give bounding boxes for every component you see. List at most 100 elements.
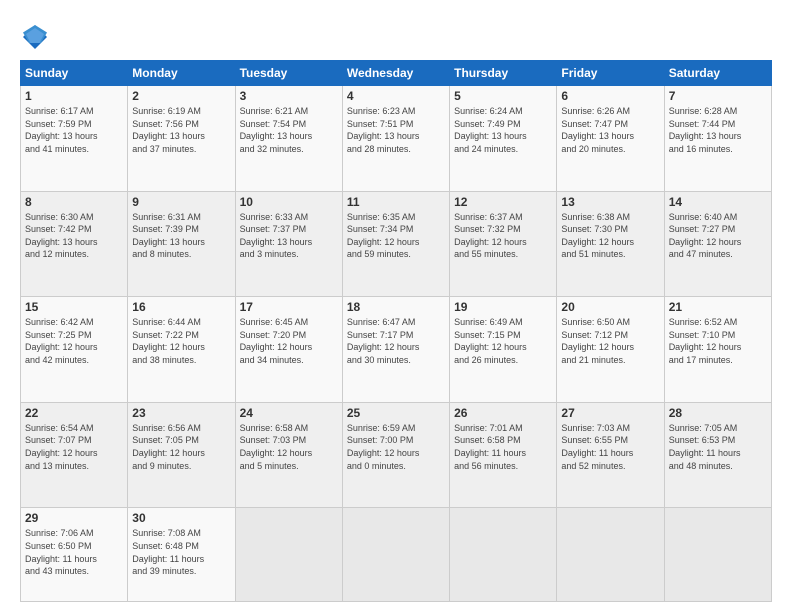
- calendar-cell: 10 Sunrise: 6:33 AM Sunset: 7:37 PM Dayli…: [235, 191, 342, 297]
- day-number: 15: [25, 300, 123, 314]
- day-info: Sunrise: 6:58 AM Sunset: 7:03 PM Dayligh…: [240, 422, 338, 472]
- day-info: Sunrise: 6:19 AM Sunset: 7:56 PM Dayligh…: [132, 105, 230, 155]
- calendar-cell: 24 Sunrise: 6:58 AM Sunset: 7:03 PM Dayli…: [235, 402, 342, 508]
- day-number: 18: [347, 300, 445, 314]
- day-info: Sunrise: 6:54 AM Sunset: 7:07 PM Dayligh…: [25, 422, 123, 472]
- calendar-header-thursday: Thursday: [450, 61, 557, 86]
- calendar-table: SundayMondayTuesdayWednesdayThursdayFrid…: [20, 60, 772, 602]
- day-info: Sunrise: 6:56 AM Sunset: 7:05 PM Dayligh…: [132, 422, 230, 472]
- day-number: 6: [561, 89, 659, 103]
- day-info: Sunrise: 6:47 AM Sunset: 7:17 PM Dayligh…: [347, 316, 445, 366]
- calendar-header-row: SundayMondayTuesdayWednesdayThursdayFrid…: [21, 61, 772, 86]
- calendar-cell: 29 Sunrise: 7:06 AM Sunset: 6:50 PM Dayli…: [21, 508, 128, 602]
- calendar-cell: 21Sunrise: 6:52 AM Sunset: 7:10 PM Dayli…: [664, 297, 771, 403]
- day-number: 7: [669, 89, 767, 103]
- day-number: 27: [561, 406, 659, 420]
- calendar-cell: 17Sunrise: 6:45 AM Sunset: 7:20 PM Dayli…: [235, 297, 342, 403]
- calendar-week-row: 29 Sunrise: 7:06 AM Sunset: 6:50 PM Dayli…: [21, 508, 772, 602]
- day-info: Sunrise: 6:37 AM Sunset: 7:32 PM Dayligh…: [454, 211, 552, 261]
- day-info: Sunrise: 6:26 AM Sunset: 7:47 PM Dayligh…: [561, 105, 659, 155]
- calendar-cell: 2 Sunrise: 6:19 AM Sunset: 7:56 PM Daylig…: [128, 86, 235, 192]
- calendar-cell: 15 Sunrise: 6:42 AM Sunset: 7:25 PM Dayli…: [21, 297, 128, 403]
- day-number: 12: [454, 195, 552, 209]
- calendar-cell: 14 Sunrise: 6:40 AM Sunset: 7:27 PM Dayli…: [664, 191, 771, 297]
- calendar-cell: 25Sunrise: 6:59 AM Sunset: 7:00 PM Dayli…: [342, 402, 449, 508]
- day-number: 29: [25, 511, 123, 525]
- day-info: Sunrise: 7:08 AM Sunset: 6:48 PM Dayligh…: [132, 527, 230, 577]
- day-info: Sunrise: 6:24 AM Sunset: 7:49 PM Dayligh…: [454, 105, 552, 155]
- calendar-cell: 27Sunrise: 7:03 AM Sunset: 6:55 PM Dayli…: [557, 402, 664, 508]
- calendar-cell: 8Sunrise: 6:30 AM Sunset: 7:42 PM Daylig…: [21, 191, 128, 297]
- day-number: 20: [561, 300, 659, 314]
- calendar-cell: 30Sunrise: 7:08 AM Sunset: 6:48 PM Dayli…: [128, 508, 235, 602]
- day-info: Sunrise: 6:35 AM Sunset: 7:34 PM Dayligh…: [347, 211, 445, 261]
- calendar-header-monday: Monday: [128, 61, 235, 86]
- day-info: Sunrise: 6:23 AM Sunset: 7:51 PM Dayligh…: [347, 105, 445, 155]
- calendar-cell: 1 Sunrise: 6:17 AM Sunset: 7:59 PM Daylig…: [21, 86, 128, 192]
- logo: [20, 22, 54, 52]
- day-number: 22: [25, 406, 123, 420]
- calendar-cell: 28 Sunrise: 7:05 AM Sunset: 6:53 PM Dayli…: [664, 402, 771, 508]
- day-info: Sunrise: 6:28 AM Sunset: 7:44 PM Dayligh…: [669, 105, 767, 155]
- day-info: Sunrise: 6:31 AM Sunset: 7:39 PM Dayligh…: [132, 211, 230, 261]
- calendar-cell: 5 Sunrise: 6:24 AM Sunset: 7:49 PM Daylig…: [450, 86, 557, 192]
- calendar-header-sunday: Sunday: [21, 61, 128, 86]
- calendar-cell: 16 Sunrise: 6:44 AM Sunset: 7:22 PM Dayli…: [128, 297, 235, 403]
- calendar-cell: 19 Sunrise: 6:49 AM Sunset: 7:15 PM Dayli…: [450, 297, 557, 403]
- day-info: Sunrise: 6:50 AM Sunset: 7:12 PM Dayligh…: [561, 316, 659, 366]
- calendar-cell: 18 Sunrise: 6:47 AM Sunset: 7:17 PM Dayli…: [342, 297, 449, 403]
- day-number: 4: [347, 89, 445, 103]
- day-info: Sunrise: 6:59 AM Sunset: 7:00 PM Dayligh…: [347, 422, 445, 472]
- day-number: 23: [132, 406, 230, 420]
- calendar-cell: 22 Sunrise: 6:54 AM Sunset: 7:07 PM Dayli…: [21, 402, 128, 508]
- day-info: Sunrise: 6:42 AM Sunset: 7:25 PM Dayligh…: [25, 316, 123, 366]
- day-number: 3: [240, 89, 338, 103]
- day-info: Sunrise: 6:44 AM Sunset: 7:22 PM Dayligh…: [132, 316, 230, 366]
- day-info: Sunrise: 6:33 AM Sunset: 7:37 PM Dayligh…: [240, 211, 338, 261]
- calendar-cell: [450, 508, 557, 602]
- calendar-week-row: 1 Sunrise: 6:17 AM Sunset: 7:59 PM Daylig…: [21, 86, 772, 192]
- calendar-cell: 13 Sunrise: 6:38 AM Sunset: 7:30 PM Dayli…: [557, 191, 664, 297]
- calendar-week-row: 15 Sunrise: 6:42 AM Sunset: 7:25 PM Dayli…: [21, 297, 772, 403]
- calendar-cell: 23 Sunrise: 6:56 AM Sunset: 7:05 PM Dayli…: [128, 402, 235, 508]
- calendar-week-row: 22 Sunrise: 6:54 AM Sunset: 7:07 PM Dayli…: [21, 402, 772, 508]
- page: SundayMondayTuesdayWednesdayThursdayFrid…: [0, 0, 792, 612]
- calendar-cell: 11 Sunrise: 6:35 AM Sunset: 7:34 PM Dayli…: [342, 191, 449, 297]
- calendar-header-wednesday: Wednesday: [342, 61, 449, 86]
- day-info: Sunrise: 6:45 AM Sunset: 7:20 PM Dayligh…: [240, 316, 338, 366]
- day-info: Sunrise: 7:05 AM Sunset: 6:53 PM Dayligh…: [669, 422, 767, 472]
- day-info: Sunrise: 6:49 AM Sunset: 7:15 PM Dayligh…: [454, 316, 552, 366]
- day-number: 9: [132, 195, 230, 209]
- calendar-cell: 3Sunrise: 6:21 AM Sunset: 7:54 PM Daylig…: [235, 86, 342, 192]
- day-info: Sunrise: 6:17 AM Sunset: 7:59 PM Dayligh…: [25, 105, 123, 155]
- day-number: 11: [347, 195, 445, 209]
- calendar-cell: 4 Sunrise: 6:23 AM Sunset: 7:51 PM Daylig…: [342, 86, 449, 192]
- day-number: 24: [240, 406, 338, 420]
- day-number: 16: [132, 300, 230, 314]
- logo-icon: [20, 22, 50, 52]
- calendar-cell: [342, 508, 449, 602]
- calendar-cell: [557, 508, 664, 602]
- calendar-header-saturday: Saturday: [664, 61, 771, 86]
- day-number: 10: [240, 195, 338, 209]
- day-number: 2: [132, 89, 230, 103]
- day-number: 28: [669, 406, 767, 420]
- calendar-cell: [664, 508, 771, 602]
- calendar-header-friday: Friday: [557, 61, 664, 86]
- day-number: 8: [25, 195, 123, 209]
- calendar-week-row: 8Sunrise: 6:30 AM Sunset: 7:42 PM Daylig…: [21, 191, 772, 297]
- calendar-cell: 6 Sunrise: 6:26 AM Sunset: 7:47 PM Daylig…: [557, 86, 664, 192]
- day-info: Sunrise: 7:01 AM Sunset: 6:58 PM Dayligh…: [454, 422, 552, 472]
- day-number: 1: [25, 89, 123, 103]
- day-number: 19: [454, 300, 552, 314]
- calendar-cell: 12 Sunrise: 6:37 AM Sunset: 7:32 PM Dayli…: [450, 191, 557, 297]
- day-info: Sunrise: 6:52 AM Sunset: 7:10 PM Dayligh…: [669, 316, 767, 366]
- day-number: 13: [561, 195, 659, 209]
- day-number: 14: [669, 195, 767, 209]
- calendar-cell: 7 Sunrise: 6:28 AM Sunset: 7:44 PM Daylig…: [664, 86, 771, 192]
- day-info: Sunrise: 7:06 AM Sunset: 6:50 PM Dayligh…: [25, 527, 123, 577]
- calendar-cell: 9 Sunrise: 6:31 AM Sunset: 7:39 PM Daylig…: [128, 191, 235, 297]
- day-info: Sunrise: 6:38 AM Sunset: 7:30 PM Dayligh…: [561, 211, 659, 261]
- day-number: 5: [454, 89, 552, 103]
- day-info: Sunrise: 6:40 AM Sunset: 7:27 PM Dayligh…: [669, 211, 767, 261]
